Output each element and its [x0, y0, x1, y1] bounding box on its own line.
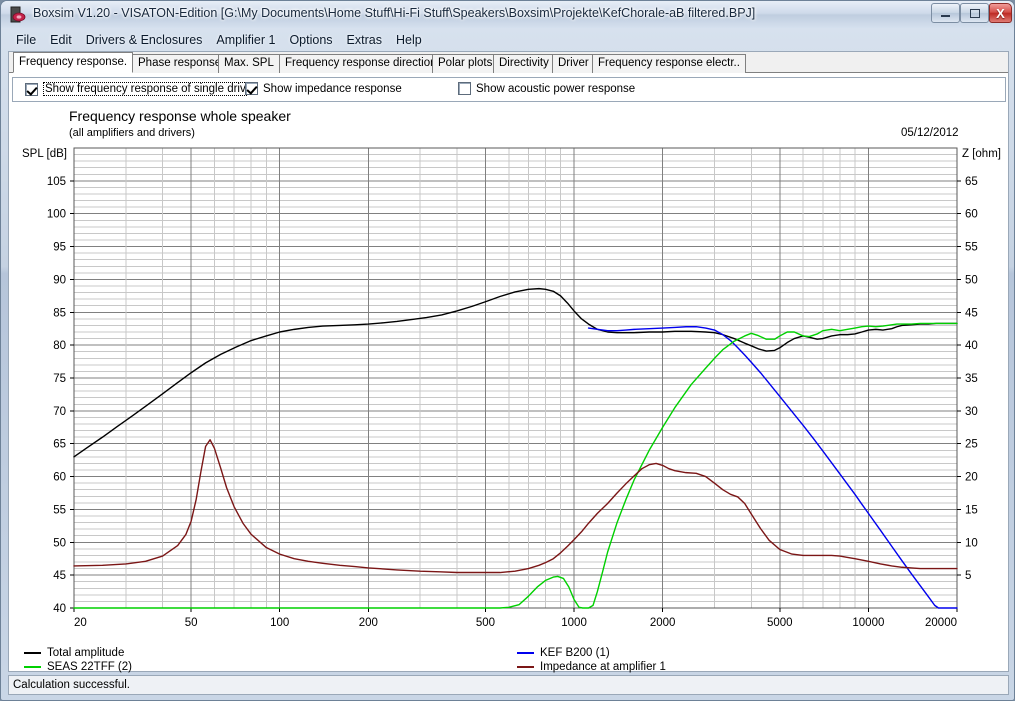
- legend-swatch-impedance: [517, 666, 534, 668]
- tab-phase-response[interactable]: Phase response: [132, 54, 228, 73]
- x-tick-label: 100: [270, 617, 289, 629]
- y-tick-label-left: 80: [53, 340, 66, 352]
- menu-item-drivers-enclosures[interactable]: Drivers & Enclosures: [79, 31, 210, 49]
- tab-frequency-response[interactable]: Frequency response.: [13, 52, 134, 73]
- display-options-bar: Show frequency response of single drive …: [12, 77, 1006, 102]
- chart-legend: Total amplitude SEAS 22TFF (2) KEF B200 …: [12, 646, 1006, 673]
- menu-bar: File Edit Drivers & Enclosures Amplifier…: [9, 30, 1008, 50]
- y-tick-label-right: 40: [965, 340, 978, 352]
- legend-item-impedance: Impedance at amplifier 1: [517, 661, 666, 673]
- minimize-icon: [941, 15, 950, 17]
- boxsim-app-icon: [10, 6, 26, 23]
- menu-item-extras[interactable]: Extras: [340, 31, 389, 49]
- legend-item-kef-b200: KEF B200 (1): [517, 647, 610, 659]
- status-message: Calculation successful.: [13, 679, 130, 691]
- minimize-button[interactable]: [931, 3, 960, 23]
- y-tick-label-left: 60: [53, 472, 66, 484]
- y-tick-label-right: 5: [965, 570, 971, 582]
- legend-item-total-amplitude: Total amplitude: [24, 647, 124, 659]
- chart-gridlines: [73, 147, 958, 609]
- y-tick-label-right: 60: [965, 209, 978, 221]
- x-tick-label: 1000: [561, 617, 587, 629]
- y-tick-label-right: 50: [965, 274, 978, 286]
- y-tick-label-left: 95: [53, 242, 66, 254]
- y-tick-label-left: 105: [47, 176, 66, 188]
- y-tick-label-left: 45: [53, 570, 66, 582]
- y-tick-label-right: 30: [965, 406, 978, 418]
- tab-polar-plots[interactable]: Polar plots: [432, 54, 499, 73]
- menu-item-help[interactable]: Help: [389, 31, 429, 49]
- checkbox-show-single-driver-response[interactable]: [25, 82, 38, 96]
- y-tick-label-left: 70: [53, 406, 66, 418]
- y-tick-label-right: 35: [965, 373, 978, 385]
- close-icon: X: [996, 5, 1005, 21]
- application-window: Boxsim V1.20 - VISATON-Edition [G:\My Do…: [0, 0, 1015, 701]
- legend-label-seas-22tff: SEAS 22TFF (2): [47, 661, 132, 673]
- y-tick-label-left: 50: [53, 537, 66, 549]
- tab-strip: Frequency response. Phase response Max. …: [9, 52, 1008, 73]
- tab-frequency-response-electr[interactable]: Frequency response electr..: [592, 54, 746, 73]
- legend-swatch-seas-22tff: [24, 666, 41, 668]
- chart-series-group: [73, 287, 958, 609]
- window-title: Boxsim V1.20 - VISATON-Edition [G:\My Do…: [33, 6, 756, 20]
- option-label-show-single-driver-response: Show frequency response of single drive: [43, 82, 247, 96]
- option-label-show-impedance-response: Show impedance response: [263, 82, 402, 95]
- frequency-response-chart[interactable]: 40 45 50 55 60 65 70 75 80 85 90 95 100 105 5 10 15 20 25 3…: [12, 105, 1006, 646]
- menu-item-amplifier-1[interactable]: Amplifier 1: [209, 31, 282, 49]
- x-tick-label: 2000: [650, 617, 676, 629]
- checkbox-show-impedance-response[interactable]: [245, 82, 258, 95]
- x-tick-label: 20: [74, 617, 87, 629]
- y-tick-label-right: 55: [965, 242, 978, 254]
- x-tick-label: 50: [185, 617, 198, 629]
- legend-swatch-total-amplitude: [24, 652, 41, 654]
- chart-panel: Frequency response whole speaker (all am…: [12, 105, 1006, 646]
- tab-frequency-response-directions[interactable]: Frequency response directions: [279, 54, 449, 73]
- y-tick-label-left: 90: [53, 274, 66, 286]
- y-tick-label-left: 55: [53, 504, 66, 516]
- series-impedance-at-amplifier-1: [73, 439, 958, 574]
- y-tick-label-left: 85: [53, 307, 66, 319]
- legend-label-total-amplitude: Total amplitude: [47, 647, 125, 659]
- series-total-amplitude: [73, 287, 958, 458]
- y-tick-label-right: 20: [965, 472, 978, 484]
- status-bar: Calculation successful.: [8, 675, 1009, 695]
- menu-item-options[interactable]: Options: [282, 31, 339, 49]
- maximize-icon: [969, 8, 980, 18]
- y-tick-label-left: 75: [53, 373, 66, 385]
- series-seas-22tff-2: [73, 322, 958, 609]
- legend-label-impedance: Impedance at amplifier 1: [540, 661, 666, 673]
- maximize-button[interactable]: [960, 3, 989, 23]
- option-label-show-acoustic-power-response: Show acoustic power response: [476, 82, 636, 95]
- legend-label-kef-b200: KEF B200 (1): [540, 647, 610, 659]
- legend-swatch-kef-b200: [517, 652, 534, 654]
- y-tick-label-right: 25: [965, 439, 978, 451]
- option-show-single-driver-response[interactable]: Show frequency response of single drive: [25, 82, 247, 96]
- title-bar[interactable]: Boxsim V1.20 - VISATON-Edition [G:\My Do…: [1, 1, 1014, 28]
- option-show-impedance-response[interactable]: Show impedance response: [245, 82, 402, 95]
- client-area: Frequency response. Phase response Max. …: [8, 51, 1009, 673]
- y-tick-label-right: 10: [965, 537, 978, 549]
- y-tick-label-right: 45: [965, 307, 978, 319]
- chart-tick-labels: 40 45 50 55 60 65 70 75 80 85 90 95 100 105 5 10 15 20 25 3…: [47, 176, 978, 629]
- checkbox-show-acoustic-power-response[interactable]: [458, 82, 471, 95]
- legend-item-seas-22tff: SEAS 22TFF (2): [24, 661, 132, 673]
- y-tick-label-left: 100: [47, 209, 66, 221]
- x-tick-label: 5000: [767, 617, 793, 629]
- x-tick-label: 20000: [925, 617, 957, 629]
- y-tick-label-left: 65: [53, 439, 66, 451]
- option-show-acoustic-power-response[interactable]: Show acoustic power response: [458, 82, 635, 95]
- menu-item-file[interactable]: File: [9, 31, 43, 49]
- y-tick-label-right: 15: [965, 504, 978, 516]
- tab-driver[interactable]: Driver: [552, 54, 595, 73]
- tab-max-spl[interactable]: Max. SPL: [218, 54, 280, 73]
- y-tick-label-right: 65: [965, 176, 978, 188]
- x-tick-label: 500: [476, 617, 495, 629]
- menu-item-edit[interactable]: Edit: [43, 31, 79, 49]
- tab-directivity[interactable]: Directivity: [493, 54, 555, 73]
- x-tick-label: 10000: [852, 617, 884, 629]
- x-tick-label: 200: [359, 617, 378, 629]
- y-tick-label-left: 40: [53, 603, 66, 615]
- close-button[interactable]: X: [989, 3, 1012, 23]
